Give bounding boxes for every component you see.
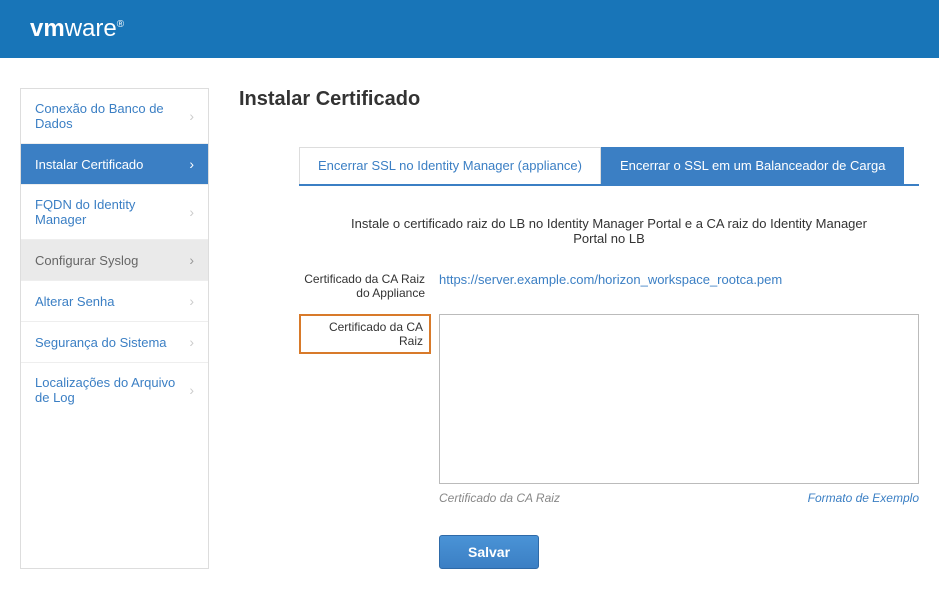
tab-content: Instale o certificado raiz do LB no Iden… [299,216,919,569]
sidebar-item-system-security[interactable]: Segurança do Sistema › [21,322,208,363]
chevron-right-icon: › [189,334,194,350]
tabs-container: Encerrar SSL no Identity Manager (applia… [239,147,919,569]
appliance-cert-label: Certificado da CA Raiz do Appliance [299,272,439,300]
vmware-logo: vmware® [30,15,124,43]
sidebar-item-label: Alterar Senha [35,294,115,309]
sidebar-nav: Conexão do Banco de Dados › Instalar Cer… [20,88,209,569]
chevron-right-icon: › [189,252,194,268]
appliance-cert-link[interactable]: https://server.example.com/horizon_works… [439,272,782,287]
sidebar-item-log-locations[interactable]: Localizações do Arquivo de Log › [21,363,208,417]
root-cert-value-col: Certificado da CA Raiz Formato de Exempl… [439,314,919,505]
chevron-right-icon: › [189,156,194,172]
textarea-hints: Certificado da CA Raiz Formato de Exempl… [439,491,919,505]
logo-prefix: vm [30,15,65,42]
tab-bar: Encerrar SSL no Identity Manager (applia… [299,147,919,186]
main-container: Conexão do Banco de Dados › Instalar Cer… [0,58,939,599]
app-header: vmware® [0,0,939,58]
sidebar-item-label: Segurança do Sistema [35,335,167,350]
instruction-text: Instale o certificado raiz do LB no Iden… [299,216,919,246]
sidebar-item-label: Conexão do Banco de Dados [35,101,189,131]
tab-terminate-ssl-lb[interactable]: Encerrar o SSL em um Balanceador de Carg… [601,147,904,184]
root-cert-hint: Certificado da CA Raiz [439,491,560,505]
sidebar-item-label: Localizações do Arquivo de Log [35,375,189,405]
sidebar-item-label: FQDN do Identity Manager [35,197,189,227]
root-cert-label: Certificado da CA Raiz [299,314,431,354]
appliance-cert-value: https://server.example.com/horizon_works… [439,272,919,300]
button-row: Salvar [299,535,919,569]
sidebar-item-change-password[interactable]: Alterar Senha › [21,281,208,322]
chevron-right-icon: › [189,293,194,309]
chevron-right-icon: › [189,382,194,398]
root-cert-row: Certificado da CA Raiz Certificado da CA… [299,314,919,505]
sidebar-item-label: Configurar Syslog [35,253,138,268]
sidebar-item-install-cert[interactable]: Instalar Certificado › [21,144,208,185]
sidebar-item-db-connection[interactable]: Conexão do Banco de Dados › [21,89,208,144]
sidebar-item-fqdn[interactable]: FQDN do Identity Manager › [21,185,208,240]
example-format-link[interactable]: Formato de Exemplo [808,491,919,505]
chevron-right-icon: › [189,204,194,220]
chevron-right-icon: › [189,108,194,124]
appliance-cert-row: Certificado da CA Raiz do Appliance http… [299,272,919,300]
tab-terminate-ssl-appliance[interactable]: Encerrar SSL no Identity Manager (applia… [299,147,601,184]
sidebar-item-label: Instalar Certificado [35,157,143,172]
page-title: Instalar Certificado [239,88,919,111]
root-cert-textarea[interactable] [439,314,919,484]
logo-registered: ® [117,19,124,30]
sidebar-item-syslog[interactable]: Configurar Syslog › [21,240,208,281]
logo-suffix: ware [65,15,117,42]
save-button[interactable]: Salvar [439,535,539,569]
main-panel: Instalar Certificado Encerrar SSL no Ide… [239,88,919,569]
